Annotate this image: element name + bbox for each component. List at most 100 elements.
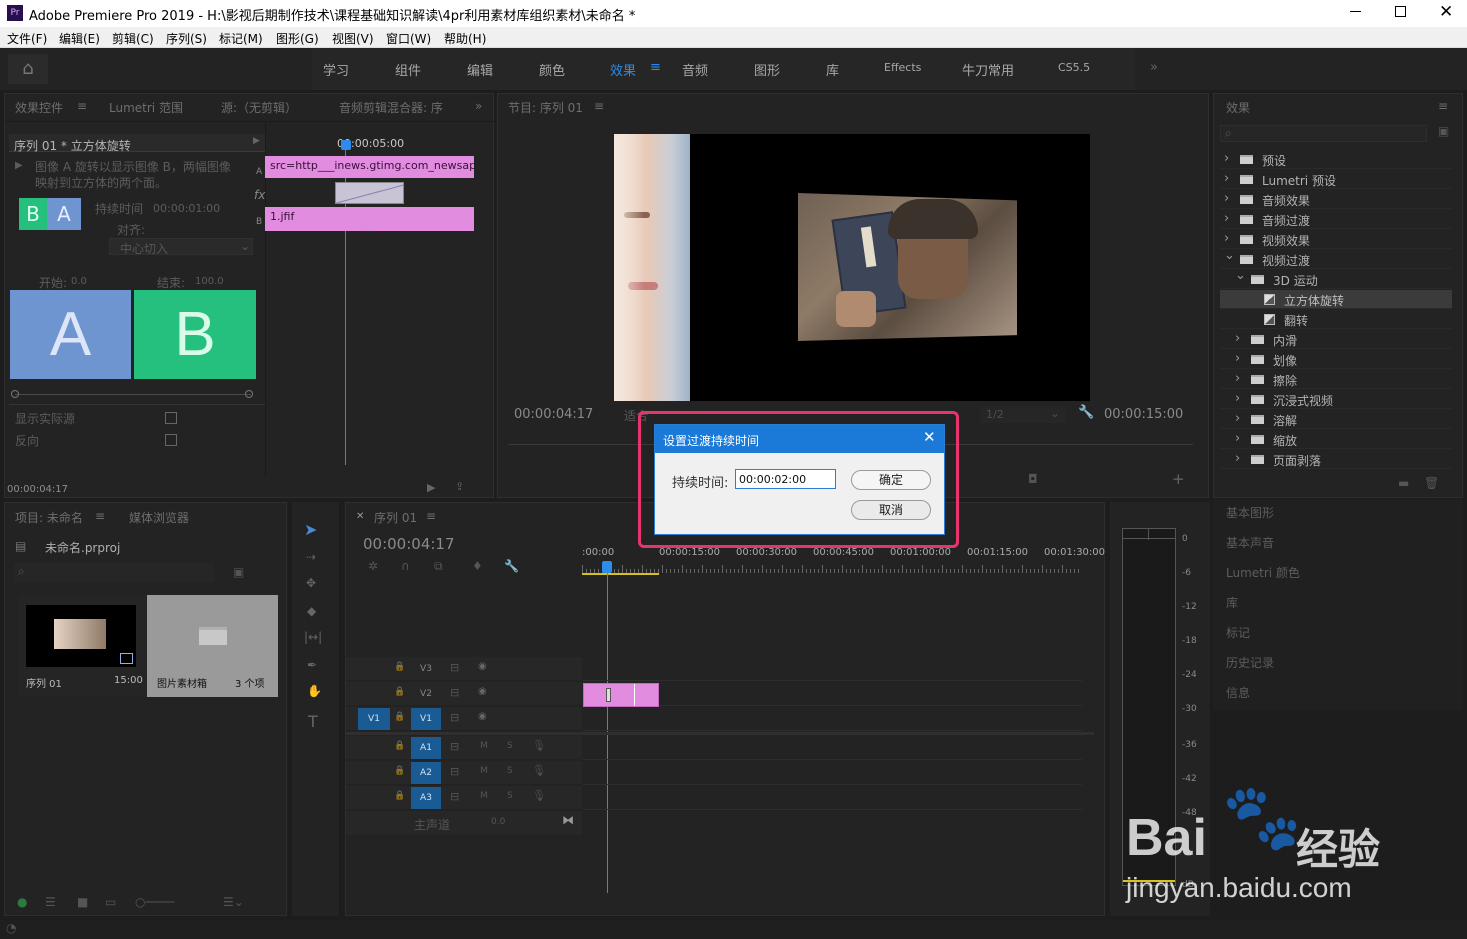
play-transition-icon[interactable]: ▶ bbox=[15, 160, 23, 171]
lock-icon[interactable]: 🔒 bbox=[394, 712, 405, 722]
track-header-v3[interactable]: 🔒 V3 ⊟ ◉ bbox=[346, 657, 582, 681]
ws-more-icon[interactable]: » bbox=[1150, 60, 1158, 75]
mic-icon[interactable]: 🎙 bbox=[532, 789, 546, 802]
effect-tree-item[interactable]: › 视频效果 bbox=[1220, 230, 1452, 249]
master-value[interactable]: 0.0 bbox=[491, 817, 505, 827]
camera-icon[interactable]: ◘ bbox=[1028, 472, 1038, 486]
dialog-close-icon[interactable]: ✕ bbox=[923, 428, 936, 446]
track-target[interactable]: A2 bbox=[411, 762, 441, 784]
effect-tree-item[interactable]: › 音频效果 bbox=[1220, 190, 1452, 209]
timeline-settings-icon[interactable]: 🔧 bbox=[504, 559, 519, 573]
ws-audio[interactable]: 音频 bbox=[682, 60, 708, 79]
chevron-right-icon[interactable]: › bbox=[1224, 151, 1229, 166]
effect-tree-item[interactable]: ⌄ 3D 运动 bbox=[1220, 268, 1452, 289]
source-patch-v1[interactable]: V1 bbox=[358, 708, 390, 730]
minimize-button[interactable] bbox=[1350, 11, 1361, 12]
ok-button[interactable]: 确定 bbox=[851, 470, 931, 490]
chevron-right-icon[interactable]: › bbox=[1235, 431, 1240, 446]
ws-color[interactable]: 颜色 bbox=[539, 60, 565, 79]
effects-title[interactable]: 效果 bbox=[1226, 99, 1250, 116]
track-header-a2[interactable]: 🔒 A2 ⊟ M S 🎙 bbox=[346, 761, 582, 785]
tab-project[interactable]: 项目: 未命名 bbox=[15, 509, 83, 526]
lock-icon[interactable]: 🔒 bbox=[394, 662, 405, 672]
effect-tree-item[interactable]: › 页面剥落 bbox=[1220, 450, 1452, 469]
go-to-end-icon[interactable]: ⧓ bbox=[562, 813, 574, 827]
start-value[interactable]: 0.0 bbox=[71, 276, 87, 287]
menu-view[interactable]: 视图(V) bbox=[332, 30, 374, 47]
program-menu-icon[interactable]: ≡ bbox=[594, 99, 604, 113]
nest-icon[interactable]: ✲ bbox=[368, 559, 378, 573]
ws-graphics[interactable]: 图形 bbox=[754, 60, 780, 79]
lock-icon[interactable]: 🔒 bbox=[394, 766, 405, 776]
effect-tree-item[interactable]: › 内滑 bbox=[1220, 330, 1452, 349]
menu-window[interactable]: 窗口(W) bbox=[386, 30, 431, 47]
mic-icon[interactable]: 🎙 bbox=[532, 739, 546, 752]
effects-menu-icon[interactable]: ≡ bbox=[1438, 99, 1448, 113]
effect-tree-item[interactable]: › 划像 bbox=[1220, 350, 1452, 369]
panel-lumetri-color[interactable]: Lumetri 颜色 bbox=[1226, 564, 1300, 581]
end-value[interactable]: 100.0 bbox=[195, 276, 224, 287]
chevron-right-icon[interactable]: › bbox=[1235, 351, 1240, 366]
effect-tree-item[interactable]: 翻转 bbox=[1220, 310, 1452, 329]
chevron-right-icon[interactable]: › bbox=[1235, 331, 1240, 346]
clip-v2[interactable] bbox=[583, 683, 659, 707]
new-bin-icon[interactable]: ▣ bbox=[1438, 124, 1449, 138]
sync-lock-icon[interactable]: ⊟ bbox=[450, 765, 459, 778]
zoom-select[interactable]: 1/2 ⌄ bbox=[980, 406, 1066, 423]
effect-tree-item[interactable]: › Lumetri 预设 bbox=[1220, 170, 1452, 189]
lock-icon[interactable]: 🔒 bbox=[394, 741, 405, 751]
effect-tree-item[interactable]: › 溶解 bbox=[1220, 410, 1452, 429]
track-lane[interactable] bbox=[583, 786, 1082, 810]
eye-icon[interactable]: ◉ bbox=[478, 661, 487, 672]
play-icon[interactable]: ▶ bbox=[427, 481, 435, 494]
solo-button[interactable]: S bbox=[507, 791, 513, 801]
track-header-v2[interactable]: 🔒 V2 ⊟ ◉ bbox=[346, 682, 582, 706]
ws-editing[interactable]: 编辑 bbox=[467, 60, 493, 79]
zoom-slider[interactable]: ○──── bbox=[135, 895, 174, 909]
track-header-a1[interactable]: 🔒 A1 ⊟ M S 🎙 bbox=[346, 736, 582, 760]
transition-marker[interactable] bbox=[606, 688, 611, 702]
reverse-checkbox[interactable] bbox=[165, 434, 177, 446]
tab-audio-mixer[interactable]: 音频剪辑混合器: 序 bbox=[339, 99, 443, 116]
mini-transition[interactable] bbox=[335, 182, 404, 204]
ws-menu-icon[interactable]: ≡ bbox=[650, 60, 661, 75]
track-lane[interactable] bbox=[583, 657, 1082, 681]
bin-search-icon[interactable]: ▣ bbox=[233, 565, 244, 579]
project-item-sequence[interactable]: 序列 01 15:00 bbox=[18, 595, 146, 697]
track-lane[interactable] bbox=[583, 707, 1082, 731]
home-icon[interactable]: ⌂ bbox=[8, 54, 48, 84]
more-tabs-icon[interactable]: » bbox=[475, 99, 482, 113]
sync-lock-icon[interactable]: ⊟ bbox=[450, 790, 459, 803]
sync-lock-icon[interactable]: ⊟ bbox=[450, 686, 459, 699]
timeline-timecode[interactable]: 00:00:04:17 bbox=[363, 535, 455, 553]
start-slider[interactable] bbox=[15, 394, 251, 395]
collapse-icon[interactable]: ▶ bbox=[253, 136, 260, 146]
ws-learn[interactable]: 学习 bbox=[323, 60, 349, 79]
chevron-right-icon[interactable]: › bbox=[1224, 211, 1229, 226]
menu-clip[interactable]: 剪辑(C) bbox=[112, 30, 154, 47]
duration-input[interactable]: 00:00:02:00 bbox=[735, 469, 836, 489]
end-slider-handle[interactable] bbox=[245, 390, 253, 398]
track-target[interactable]: A1 bbox=[411, 737, 441, 759]
effect-tree-item[interactable]: 立方体旋转 bbox=[1220, 290, 1452, 309]
add-button-icon[interactable]: + bbox=[1172, 470, 1185, 488]
chevron-right-icon[interactable]: › bbox=[1224, 191, 1229, 206]
sync-lock-icon[interactable]: ⊟ bbox=[450, 661, 459, 674]
timeline-title[interactable]: 序列 01 bbox=[374, 509, 417, 526]
track-lane[interactable] bbox=[583, 736, 1082, 760]
effect-tree-item[interactable]: › 预设 bbox=[1220, 150, 1452, 169]
ws-custom[interactable]: 牛刀常用 bbox=[962, 60, 1014, 79]
solo-button[interactable]: S bbox=[507, 741, 513, 751]
marker-icon[interactable]: ♦ bbox=[472, 559, 483, 573]
track-select-tool-icon[interactable]: ⇢ bbox=[306, 550, 316, 564]
effect-tree-item[interactable]: › 音频过渡 bbox=[1220, 210, 1452, 229]
lock-icon[interactable]: ● bbox=[17, 895, 27, 909]
panel-essential-graphics[interactable]: 基本图形 bbox=[1226, 504, 1274, 521]
timeline-close-icon[interactable]: ✕ bbox=[356, 511, 364, 522]
menu-help[interactable]: 帮助(H) bbox=[444, 30, 486, 47]
track-target[interactable]: V3 bbox=[411, 658, 441, 680]
ws-libraries[interactable]: 库 bbox=[826, 60, 839, 79]
duration-value[interactable]: 00:00:01:00 bbox=[153, 202, 220, 215]
chevron-right-icon[interactable]: › bbox=[1224, 231, 1229, 246]
track-header-a3[interactable]: 🔒 A3 ⊟ M S 🎙 bbox=[346, 786, 582, 810]
